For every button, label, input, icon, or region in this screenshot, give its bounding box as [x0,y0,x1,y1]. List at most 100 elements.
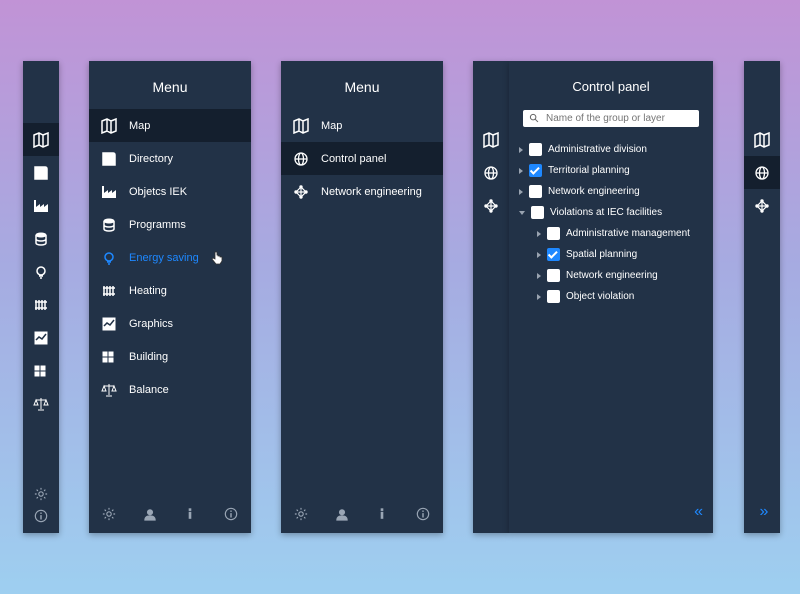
factory-icon [101,184,117,200]
user-icon[interactable] [335,507,349,521]
directory-icon [101,151,117,167]
sidebar-item-energy-saving[interactable] [23,255,59,288]
menu-item-label: Network engineering [321,186,422,198]
checkbox[interactable] [547,248,560,261]
building-icon [33,363,49,379]
caret-icon[interactable] [537,252,541,258]
search-box[interactable] [523,110,699,127]
tree-item-admin-mgmt[interactable]: Administrative management [519,223,703,244]
sidebar-item-map[interactable] [744,123,780,156]
info-circle-icon[interactable] [224,507,238,521]
info-circle-icon[interactable] [416,507,430,521]
sidebar-item-objects-iek[interactable] [23,189,59,222]
menu-item-label: Map [321,120,342,132]
caret-icon[interactable] [537,231,541,237]
search-input[interactable] [546,113,693,124]
menu-title: Menu [89,61,251,109]
expand-right-icon[interactable]: » [760,503,765,521]
sidebar-item-programms[interactable] [23,222,59,255]
sidebar-item-graphics[interactable] [23,321,59,354]
sidebar-item-network-engineering[interactable] [473,189,509,222]
sidebar-expanded-short: Menu Map Control panel Network engineeri… [281,61,443,533]
menu-item-label: Control panel [321,153,386,165]
caret-icon[interactable] [537,294,541,300]
map-icon [293,118,309,134]
sidebar-item-network-engineering[interactable] [744,189,780,222]
info-icon[interactable] [34,509,48,523]
checkbox[interactable] [529,164,542,177]
caret-icon[interactable] [519,168,523,174]
menu-item-building[interactable]: Building [89,340,251,373]
sidebar-item-directory[interactable] [23,156,59,189]
sidebar-collapsed-right: » [744,61,780,533]
tree-item-admin-division[interactable]: Administrative division [519,139,703,160]
gear-icon[interactable] [102,507,116,521]
menu-list: Map Control panel Network engineering [281,109,443,493]
checkbox[interactable] [547,227,560,240]
sidebar-icon-list [23,61,59,420]
tree-item-label: Administrative management [566,228,690,239]
caret-down-icon[interactable] [519,211,525,215]
sidebar-item-control-panel[interactable] [744,156,780,189]
sidebar-item-building[interactable] [23,354,59,387]
sidebar-item-balance[interactable] [23,387,59,420]
user-icon[interactable] [143,507,157,521]
menu-item-network-engineering[interactable]: Network engineering [281,175,443,208]
control-panel: Control panel Administrative division Te… [509,61,713,533]
tree-item-territorial-planning[interactable]: Territorial planning [519,160,703,181]
menu-item-energy-saving[interactable]: Energy saving [89,241,251,274]
menu-item-programms[interactable]: Programms [89,208,251,241]
balance-icon [101,382,117,398]
tree-item-label: Administrative division [548,144,647,155]
layer-tree: Administrative division Territorial plan… [509,137,713,307]
collapse-left-icon[interactable]: « [694,503,699,521]
menu-bottom-toolbar [281,493,443,533]
checkbox[interactable] [547,269,560,282]
menu-item-control-panel[interactable]: Control panel [281,142,443,175]
menu-item-directory[interactable]: Directory [89,142,251,175]
menu-title: Menu [281,61,443,109]
menu-item-objects-iek[interactable]: Objetcs IEK [89,175,251,208]
menu-item-graphics[interactable]: Graphics [89,307,251,340]
map-icon [33,132,49,148]
checkbox[interactable] [547,290,560,303]
info-i-icon[interactable] [375,507,389,521]
tree-item-label: Network engineering [566,270,658,281]
sidebar-item-map[interactable] [23,123,59,156]
menu-item-heating[interactable]: Heating [89,274,251,307]
heating-icon [33,297,49,313]
bulb-icon [101,250,117,266]
checkbox[interactable] [529,185,542,198]
network-icon [293,184,309,200]
sidebar-item-control-panel[interactable] [473,156,509,189]
sidebar-expanded-full: Menu Map Directory Objetcs IEK Programms… [89,61,251,533]
menu-bottom-toolbar [89,493,251,533]
network-icon [754,198,770,214]
info-i-icon[interactable] [183,507,197,521]
stack-icon [33,231,49,247]
caret-icon[interactable] [519,147,523,153]
menu-item-map[interactable]: Map [89,109,251,142]
caret-icon[interactable] [519,189,523,195]
gear-icon[interactable] [34,487,48,501]
tree-item-spatial-planning[interactable]: Spatial planning [519,244,703,265]
menu-item-map[interactable]: Map [281,109,443,142]
sidebar-item-heating[interactable] [23,288,59,321]
balance-icon [33,396,49,412]
tree-item-label: Object violation [566,291,634,302]
menu-item-label: Directory [129,153,173,165]
checkbox[interactable] [529,143,542,156]
sidebar-item-map[interactable] [473,123,509,156]
tree-item-violations[interactable]: Violations at IEC facilities [519,202,703,223]
caret-icon[interactable] [537,273,541,279]
sidebar-footer: » [744,503,780,533]
menu-item-balance[interactable]: Balance [89,373,251,406]
checkbox[interactable] [531,206,544,219]
tree-item-network-eng-child[interactable]: Network engineering [519,265,703,286]
tree-item-object-violation[interactable]: Object violation [519,286,703,307]
gear-icon[interactable] [294,507,308,521]
map-icon [754,132,770,148]
search-icon [529,113,540,124]
network-icon [483,198,499,214]
tree-item-network-eng[interactable]: Network engineering [519,181,703,202]
